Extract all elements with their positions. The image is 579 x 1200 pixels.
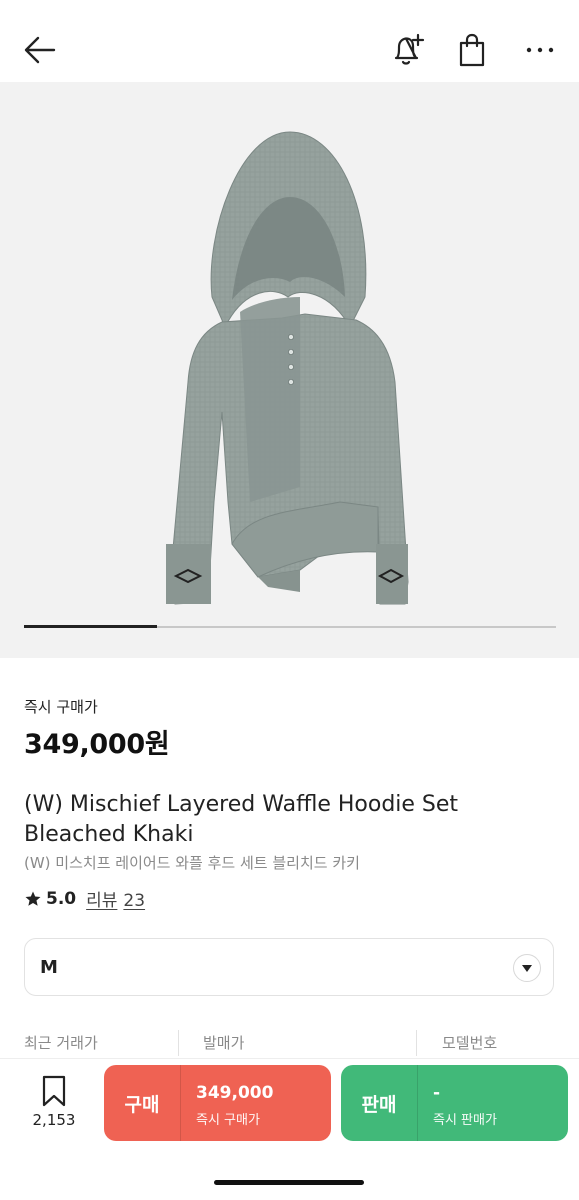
instant-buy-price-label: 즉시 구매가	[24, 698, 98, 716]
instant-buy-price: 349,000원	[24, 729, 170, 760]
divider	[178, 1030, 179, 1056]
size-select-value: M	[40, 957, 58, 978]
carousel-progress-fill	[24, 625, 157, 628]
review-link[interactable]: 리뷰 23	[86, 886, 145, 911]
bell-plus-icon	[394, 33, 425, 65]
carousel-progress	[24, 625, 556, 628]
product-title-ko: (W) 미스치프 레이어드 와플 후드 세트 블리치드 카키	[24, 854, 360, 872]
product-image-carousel[interactable]	[0, 82, 579, 658]
sell-button-sub: 즉시 판매가	[433, 1113, 497, 1128]
buy-button-label: 구매	[124, 1093, 160, 1116]
caret-down-icon	[522, 965, 532, 972]
model-number-label: 모델번호	[442, 1034, 498, 1052]
arrow-left-icon	[24, 36, 56, 64]
divider	[416, 1030, 417, 1056]
buy-button-price: 349,000	[196, 1083, 274, 1103]
cart-button[interactable]	[452, 28, 492, 72]
recent-trade-price-label: 최근 거래가	[24, 1034, 98, 1052]
product-title-en: (W) Mischief Layered Waffle Hoodie Set B…	[24, 792, 459, 847]
divider	[180, 1065, 181, 1141]
sell-button-price: -	[433, 1083, 441, 1103]
buy-button[interactable]: 구매 349,000 즉시 구매가	[104, 1065, 331, 1141]
more-options-button[interactable]	[518, 28, 562, 72]
divider	[417, 1065, 418, 1141]
bookmark-icon	[42, 1075, 66, 1107]
sell-button-label: 판매	[361, 1093, 397, 1116]
release-price-label: 발매가	[203, 1034, 245, 1052]
bottom-action-bar: 2,153 구매 349,000 즉시 구매가 판매 - 즉시 판매가	[0, 1058, 579, 1200]
top-navigation-bar	[0, 0, 579, 82]
sell-button[interactable]: 판매 - 즉시 판매가	[341, 1065, 568, 1141]
back-button[interactable]	[18, 28, 62, 72]
star-icon	[25, 891, 41, 906]
rating-row: 5.0 리뷰 23	[24, 886, 145, 911]
shopping-bag-icon	[459, 33, 485, 67]
review-label: 리뷰	[86, 891, 118, 911]
wishlist-count: 2,153	[32, 1111, 76, 1129]
wishlist-button[interactable]: 2,153	[24, 1075, 84, 1135]
more-horizontal-icon	[526, 47, 554, 53]
dropdown-toggle[interactable]	[513, 954, 541, 982]
price-alert-button[interactable]	[388, 28, 428, 72]
rating-score: 5.0	[46, 888, 77, 909]
size-select[interactable]: M	[24, 938, 554, 996]
home-indicator	[214, 1180, 364, 1185]
product-image	[166, 131, 409, 605]
review-count: 23	[123, 891, 146, 911]
product-detail-page: 즉시 구매가 349,000원 (W) Mischief Layered Waf…	[0, 0, 579, 1200]
buy-button-sub: 즉시 구매가	[196, 1113, 260, 1128]
